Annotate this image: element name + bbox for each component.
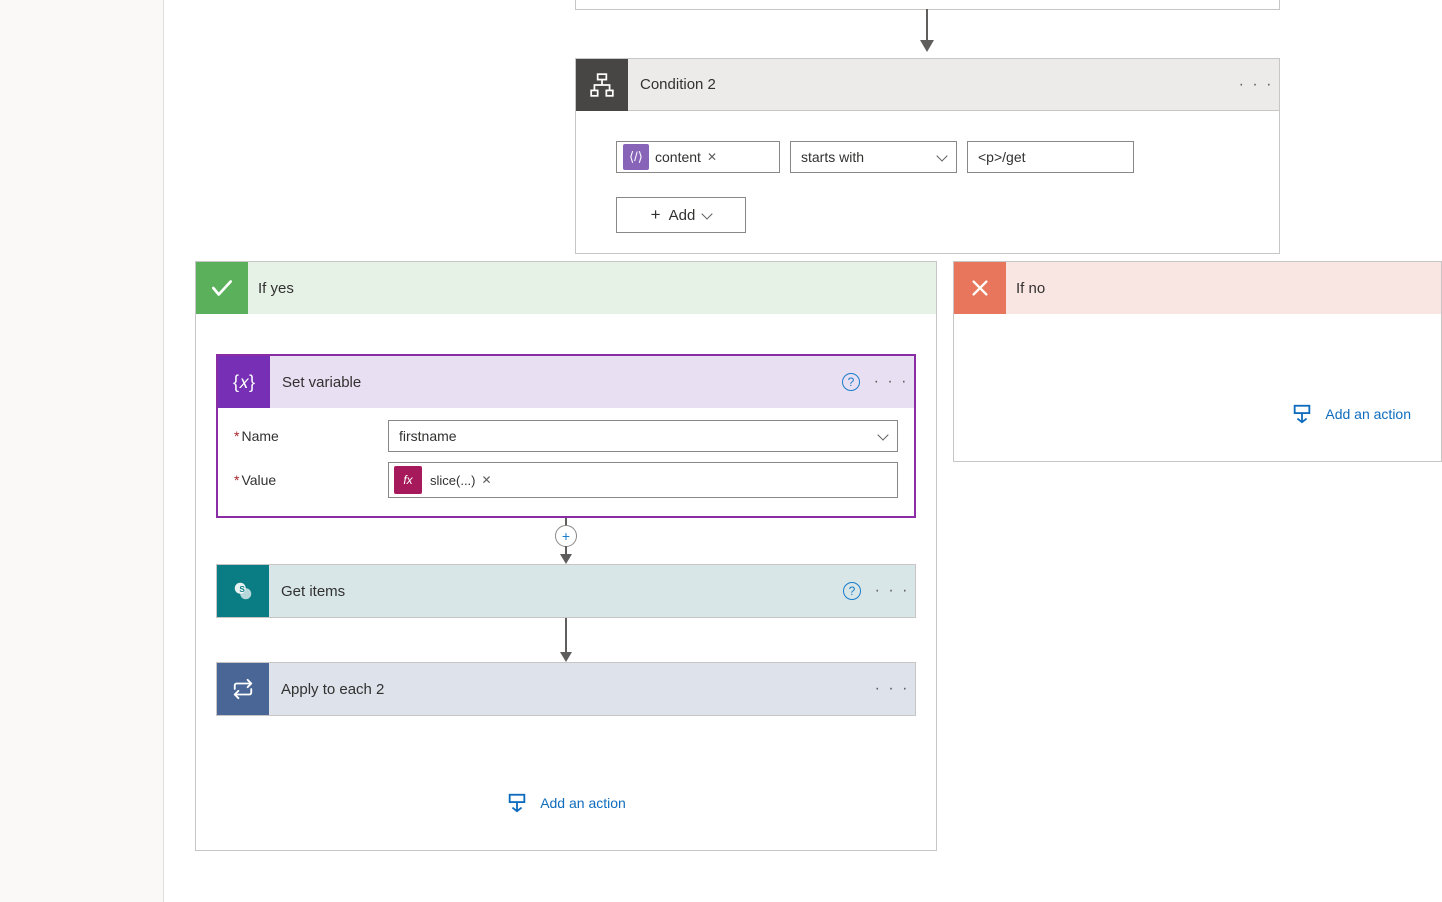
set-variable-header[interactable]: {𝑥} Set variable ? · · · [218,356,914,408]
check-icon [196,262,248,314]
left-panel-edge [0,0,164,902]
name-label: *Name [234,428,388,444]
insert-step-button[interactable]: + [555,525,577,547]
condition-title[interactable]: Condition 2 [628,76,1233,93]
add-button-label: Add [669,207,696,224]
content-token-label: content [655,149,701,165]
add-action-button-no[interactable]: Add an action [1291,393,1411,435]
help-button[interactable]: ? [834,373,868,391]
name-dropdown[interactable]: firstname [388,420,898,452]
add-action-icon [1291,403,1313,425]
if-no-body: Add an action [954,314,1441,461]
fx-icon: fx [394,466,422,494]
flow-canvas[interactable]: Condition 2 · · · ⟨/⟩ content ✕ starts w… [0,0,1442,902]
fx-token-label: slice(...) [430,473,476,488]
connector-arrow-line [926,9,928,41]
chevron-down-icon [877,429,888,440]
value-input[interactable]: fx slice(...) ✕ [388,462,898,498]
set-variable-title: Set variable [270,374,834,391]
add-action-label: Add an action [540,795,626,811]
condition-body: ⟨/⟩ content ✕ starts with <p>/get + Add [576,111,1279,253]
plus-icon: + [651,205,661,225]
get-items-title: Get items [269,583,835,600]
connector-arrow-head [920,40,934,52]
if-yes-header[interactable]: If yes [196,262,936,314]
connector-arrow [560,618,572,662]
chevron-down-icon [702,208,713,219]
apply-to-each-header[interactable]: Apply to each 2 · · · [217,663,915,715]
chevron-down-icon [936,150,947,161]
if-yes-branch: If yes {𝑥} Set variable ? · · · *Name [195,261,937,851]
help-icon: ? [842,373,860,391]
if-no-label: If no [1006,280,1045,297]
arrow-head-icon [560,652,572,662]
fx-token[interactable]: fx slice(...) ✕ [394,466,498,494]
if-no-header[interactable]: If no [954,262,1441,314]
get-items-card[interactable]: S Get items ? · · · [216,564,916,618]
set-variable-menu-button[interactable]: · · · [868,373,914,391]
condition-icon [576,59,628,111]
x-icon [954,262,1006,314]
get-items-menu-button[interactable]: · · · [869,582,915,600]
condition-header[interactable]: Condition 2 · · · [576,59,1279,111]
value-row: *Value fx slice(...) ✕ [234,462,898,498]
name-value: firstname [399,428,457,444]
set-variable-body: *Name firstname *Value fx slice(...) [218,408,914,516]
condition-value-input[interactable]: <p>/get [967,141,1134,173]
arrow-head-icon [560,554,572,564]
set-variable-card[interactable]: {𝑥} Set variable ? · · · *Name firstname [216,354,916,518]
add-action-button-yes[interactable]: Add an action [506,782,626,824]
sharepoint-icon: S [217,565,269,617]
add-action-icon [506,792,528,814]
loop-icon [217,663,269,715]
name-row: *Name firstname [234,420,898,452]
remove-token-button[interactable]: ✕ [707,150,717,164]
condition-value-text: <p>/get [978,149,1026,165]
svg-text:S: S [239,585,245,594]
condition-card[interactable]: Condition 2 · · · ⟨/⟩ content ✕ starts w… [575,58,1280,254]
value-label: *Value [234,472,388,488]
if-no-branch: If no Add an action [953,261,1442,462]
apply-to-each-title: Apply to each 2 [269,681,869,698]
variable-icon: {𝑥} [218,356,270,408]
get-items-header[interactable]: S Get items ? · · · [217,565,915,617]
condition-operator-label: starts with [801,149,864,165]
apply-to-each-card[interactable]: Apply to each 2 · · · [216,662,916,716]
add-action-label: Add an action [1325,406,1411,422]
connector-with-insert: + [555,518,577,564]
apply-to-each-menu-button[interactable]: · · · [869,680,915,698]
condition-add-button[interactable]: + Add [616,197,746,233]
if-yes-label: If yes [248,280,294,297]
help-icon: ? [843,582,861,600]
if-yes-body: {𝑥} Set variable ? · · · *Name firstname [196,314,936,850]
remove-fx-button[interactable]: ✕ [482,473,492,487]
condition-menu-button[interactable]: · · · [1233,76,1279,94]
help-button[interactable]: ? [835,582,869,600]
condition-left-operand[interactable]: ⟨/⟩ content ✕ [616,141,780,173]
condition-operator-dropdown[interactable]: starts with [790,141,957,173]
content-token-icon: ⟨/⟩ [623,144,649,170]
